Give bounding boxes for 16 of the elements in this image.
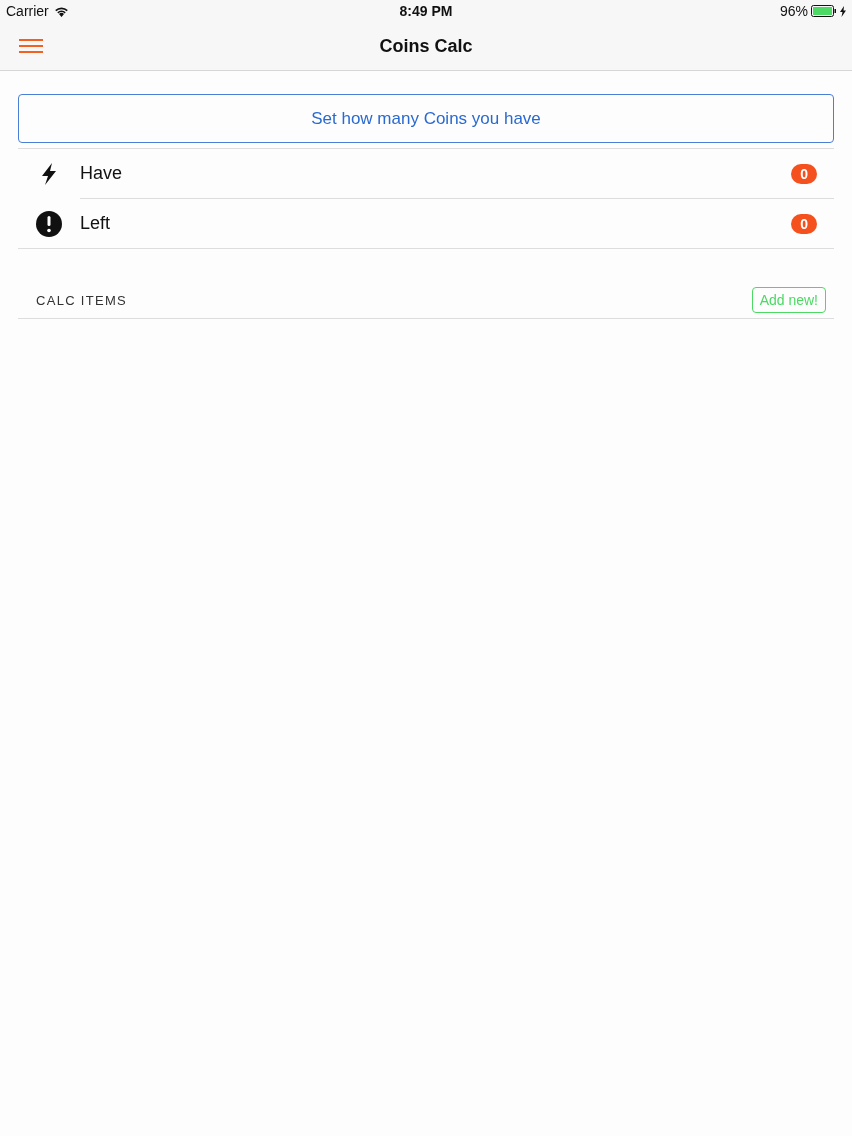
set-coins-button[interactable]: Set how many Coins you have (18, 94, 834, 143)
stat-label: Left (80, 213, 112, 234)
section-title: CALC ITEMS (36, 292, 127, 308)
count-badge: 0 (791, 163, 817, 184)
battery-icon (811, 5, 837, 17)
stat-label: Have (80, 163, 124, 184)
exclamation-icon (36, 210, 62, 237)
lightning-icon (41, 162, 57, 185)
count-badge: 0 (791, 213, 817, 234)
wifi-icon (53, 5, 69, 17)
battery-percent: 96% (779, 3, 808, 19)
menu-icon[interactable] (18, 38, 44, 54)
status-time: 8:49 PM (398, 3, 454, 19)
screen-title: Coins Calc (379, 35, 473, 57)
charging-icon (840, 5, 846, 17)
carrier-name: Carrier (6, 3, 49, 19)
